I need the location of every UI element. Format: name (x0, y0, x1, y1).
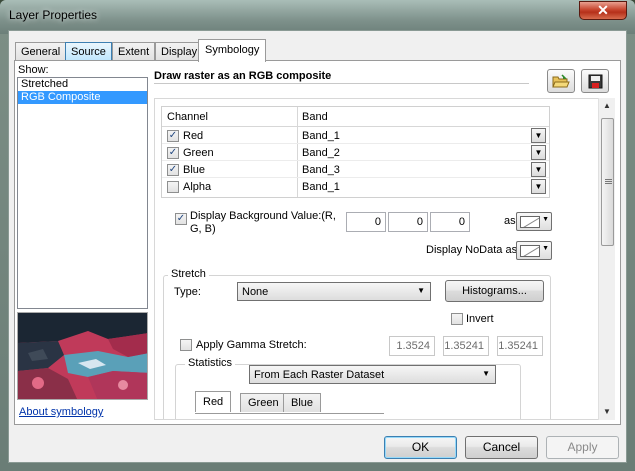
grid-header: Channel Band (162, 107, 549, 127)
background-b-input[interactable]: 0 (430, 212, 470, 232)
show-item-rgb-composite[interactable]: RGB Composite (18, 91, 147, 104)
tab-display[interactable]: Display (155, 42, 204, 61)
apply-button[interactable]: Apply (546, 436, 619, 459)
gamma-r-input[interactable]: 1.3524 (389, 336, 435, 356)
alpha-channel-checkbox[interactable] (167, 181, 179, 193)
band-value: Band_3 (302, 164, 340, 176)
invert-checkbox[interactable] (451, 313, 463, 325)
chevron-down-icon: ▼ (534, 165, 543, 174)
gamma-stretch-checkbox[interactable] (180, 339, 192, 351)
statistics-value: From Each Raster Dataset (254, 369, 385, 381)
nodata-label: Display NoData as (426, 244, 518, 256)
background-r-input[interactable]: 0 (346, 212, 386, 232)
band-dropdown-green[interactable]: ▼ (531, 145, 546, 160)
grid-row-green: ✓ Green Band_2 ▼ (162, 144, 549, 161)
grip-line (605, 179, 612, 180)
save-disk-icon (588, 74, 602, 88)
tab-symbology[interactable]: Symbology (198, 39, 267, 62)
statistics-subtabs: Red Green Blue (195, 391, 385, 419)
chevron-down-icon: ▼ (417, 286, 425, 295)
subtab-baseline (195, 413, 384, 414)
scrollbar-thumb[interactable] (601, 118, 614, 246)
ok-button[interactable]: OK (384, 436, 457, 459)
chevron-down-icon: ▼ (542, 245, 549, 252)
chevron-down-icon: ▼ (534, 131, 543, 140)
chevron-down-icon: ▼ (534, 148, 543, 157)
grid-row-alpha: Alpha Band_1 ▼ (162, 178, 549, 195)
chevron-down-icon: ▼ (542, 216, 549, 223)
show-label: Show: (18, 64, 49, 76)
statistics-group-label: Statistics (185, 357, 236, 369)
red-channel-checkbox[interactable]: ✓ (167, 130, 179, 142)
cancel-button[interactable]: Cancel (465, 436, 538, 459)
show-item-stretched[interactable]: Stretched (18, 78, 147, 91)
channel-label: Blue (183, 164, 206, 176)
gamma-g-input[interactable]: 1.35241 (443, 336, 489, 356)
gamma-stretch-label: Apply Gamma Stretch: (196, 339, 307, 351)
subtab-blue[interactable]: Blue (283, 393, 322, 412)
statistics-select[interactable]: From Each Raster Dataset ▼ (249, 365, 496, 384)
channel-label: Alpha (183, 181, 212, 193)
band-grid: Channel Band ✓ Red Band_1 ▼ ✓ Green Band… (161, 106, 550, 198)
band-value: Band_1 (302, 130, 340, 142)
background-label-line2: G, B) (190, 223, 216, 235)
scroll-down-arrow-icon[interactable]: ▼ (599, 404, 615, 420)
scroll-up-arrow-icon[interactable]: ▲ (599, 98, 615, 114)
tab-extent[interactable]: Extent (112, 42, 156, 61)
subtab-red[interactable]: Red (195, 391, 232, 412)
display-background-checkbox[interactable]: ✓ (175, 213, 187, 225)
green-channel-checkbox[interactable]: ✓ (167, 147, 179, 159)
tab-source[interactable]: Source (65, 42, 112, 61)
chevron-down-icon: ▼ (534, 182, 543, 191)
folder-open-icon (552, 73, 570, 87)
title-bar[interactable]: Layer Properties ✕ (0, 0, 635, 34)
close-button[interactable]: ✕ (579, 1, 627, 20)
subtab-green[interactable]: Green (240, 393, 287, 412)
grid-row-blue: ✓ Blue Band_3 ▼ (162, 161, 549, 178)
close-icon: ✕ (597, 2, 609, 18)
band-value: Band_2 (302, 147, 340, 159)
channel-label: Green (183, 147, 214, 159)
grid-row-red: ✓ Red Band_1 ▼ (162, 127, 549, 144)
band-dropdown-red[interactable]: ▼ (531, 128, 546, 143)
stretch-type-label: Type: (174, 286, 201, 298)
vertical-scrollbar[interactable]: ▲ ▼ (598, 98, 615, 420)
band-dropdown-alpha[interactable]: ▼ (531, 179, 546, 194)
preview-thumbnail (17, 312, 148, 400)
window-title: Layer Properties (9, 8, 98, 22)
background-label-line1: Display Background Value:(R, (190, 210, 336, 222)
stretch-group-label: Stretch (168, 268, 209, 280)
no-color-swatch-icon (520, 216, 540, 228)
background-color-picker[interactable]: ▼ (516, 212, 552, 231)
save-layer-file-button[interactable] (581, 69, 609, 93)
dialog-client: General Source Extent Display Symbology … (8, 30, 627, 463)
histograms-button[interactable]: Histograms... (445, 280, 544, 302)
invert-label: Invert (466, 313, 494, 325)
chevron-down-icon: ▼ (482, 369, 490, 378)
background-as-label: as (504, 215, 516, 227)
blue-channel-checkbox[interactable]: ✓ (167, 164, 179, 176)
nodata-color-picker[interactable]: ▼ (516, 241, 552, 260)
background-g-input[interactable]: 0 (388, 212, 428, 232)
band-header: Band (302, 111, 328, 123)
tab-general[interactable]: General (15, 42, 67, 61)
open-layer-file-button[interactable] (547, 69, 575, 93)
band-dropdown-blue[interactable]: ▼ (531, 162, 546, 177)
channel-header: Channel (167, 111, 208, 123)
gamma-b-input[interactable]: 1.35241 (497, 336, 543, 356)
grip-line (605, 183, 612, 184)
header-separator (154, 83, 529, 84)
channel-label: Red (183, 130, 204, 142)
stretch-type-value: None (242, 286, 269, 298)
stretch-type-select[interactable]: None ▼ (237, 282, 431, 301)
about-symbology-link[interactable]: About symbology (19, 406, 103, 418)
no-color-swatch-icon (520, 245, 540, 257)
draw-as-title: Draw raster as an RGB composite (154, 70, 332, 82)
show-list: Stretched RGB Composite (17, 77, 148, 309)
layer-properties-window: Layer Properties ✕ General Source Extent… (0, 0, 635, 471)
band-value: Band_1 (302, 181, 340, 193)
symbology-scroll-area: Channel Band ✓ Red Band_1 ▼ ✓ Green Band… (154, 98, 612, 420)
grip-line (605, 181, 612, 182)
symbology-panel: Show: Stretched RGB Composite About symb… (14, 60, 621, 425)
